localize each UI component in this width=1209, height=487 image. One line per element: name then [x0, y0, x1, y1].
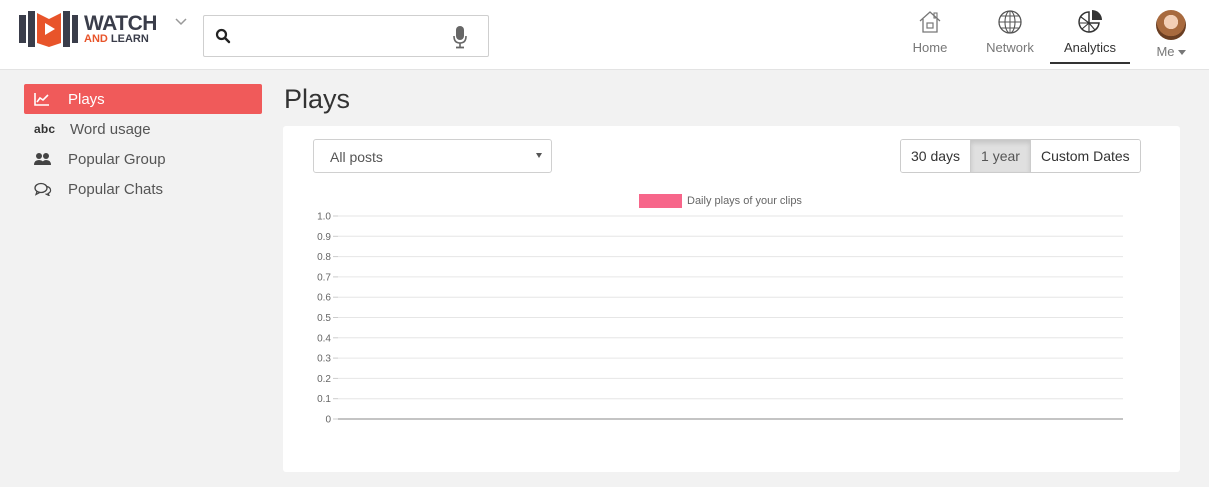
page-title: Plays: [284, 84, 351, 114]
nav-me-text: Me: [1156, 44, 1175, 59]
posts-filter-value: All posts: [330, 149, 383, 165]
chart-y-axis: 0 0.1 0.2 0.3 0.4 0.5 0.6 0.7 0.8 0.9 1.0: [317, 212, 338, 426]
nav-me-label: Me: [1150, 44, 1192, 59]
range-30-days-button[interactable]: 30 days: [901, 140, 972, 172]
range-custom-dates-button[interactable]: Custom Dates: [1030, 140, 1140, 172]
plays-chart: 0 0.1 0.2 0.3 0.4 0.5 0.6 0.7 0.8 0.9 1.0 Daily pl…: [317, 194, 1123, 426]
logo-word-learn: LEARN: [110, 33, 149, 45]
microphone-icon[interactable]: [452, 25, 468, 49]
caret-down-icon: [1177, 50, 1186, 56]
nav-network-label: Network: [986, 40, 1034, 55]
date-range-group: 30 days 1 year Custom Dates: [900, 139, 1141, 173]
sidebar-item-label: Popular Group: [68, 150, 166, 168]
y-tick-label: 0.6: [317, 293, 331, 304]
y-tick-label: 0.5: [317, 313, 331, 324]
logo-word-watch: WATCH: [84, 12, 157, 35]
nav-home-label: Home: [912, 40, 948, 55]
nav-me[interactable]: Me: [1150, 8, 1192, 64]
legend-swatch: [639, 194, 682, 208]
y-tick-label: 0: [325, 415, 331, 426]
sidebar-item-popular-chats[interactable]: Popular Chats: [24, 174, 262, 204]
sidebar-item-label: Plays: [68, 90, 105, 108]
y-tick-label: 1.0: [317, 212, 331, 223]
abc-icon: abc: [34, 122, 56, 136]
sidebar-item-word-usage[interactable]: abc Word usage: [24, 114, 262, 144]
nav-network[interactable]: Network: [980, 8, 1040, 64]
posts-filter-select[interactable]: All posts: [313, 139, 552, 173]
chevron-down-icon[interactable]: [174, 14, 188, 28]
sidebar-item-label: Popular Chats: [68, 180, 164, 198]
y-tick-label: 0.8: [317, 252, 331, 263]
logo-word-and-learn: AND LEARN: [84, 34, 157, 45]
legend-label: Daily plays of your clips: [687, 195, 802, 207]
logo[interactable]: WATCH AND LEARN: [18, 8, 190, 50]
search-icon[interactable]: [215, 28, 231, 44]
home-icon: [919, 11, 941, 33]
nav-home[interactable]: Home: [906, 8, 954, 64]
sidebar: Plays abc Word usage Popular Group Popul…: [24, 84, 262, 204]
sidebar-item-label: Word usage: [70, 120, 151, 138]
search-input[interactable]: [240, 24, 440, 48]
sidebar-item-plays[interactable]: Plays: [24, 84, 262, 114]
y-tick-label: 0.2: [317, 374, 331, 385]
y-tick-label: 0.4: [317, 333, 331, 344]
top-navigation-bar: WATCH AND LEARN Home Network Analytics M…: [0, 0, 1209, 70]
y-tick-label: 0.7: [317, 272, 331, 283]
chart-panel: 0 0.1 0.2 0.3 0.4 0.5 0.6 0.7 0.8 0.9 1.0 Daily pl…: [283, 126, 1180, 472]
avatar: [1156, 10, 1186, 40]
search-box: [203, 15, 489, 57]
globe-icon: [998, 10, 1022, 34]
nav-analytics-label: Analytics: [1063, 40, 1117, 55]
select-arrow-icon: [536, 153, 542, 158]
y-tick-label: 0.1: [317, 394, 331, 405]
logo-text: WATCH AND LEARN: [84, 13, 157, 45]
y-tick-label: 0.9: [317, 232, 331, 243]
range-1-year-button[interactable]: 1 year: [971, 140, 1031, 172]
y-tick-label: 0.3: [317, 354, 331, 365]
nav-analytics[interactable]: Analytics: [1050, 8, 1130, 64]
chat-bubbles-icon: [34, 182, 52, 196]
users-icon: [34, 152, 52, 166]
pie-chart-icon: [1078, 10, 1102, 33]
logo-word-and: AND: [84, 33, 108, 45]
sidebar-item-popular-group[interactable]: Popular Group: [24, 144, 262, 174]
logo-icon: [19, 11, 78, 47]
chart-grid: [338, 215, 1123, 420]
line-chart-icon: [34, 92, 52, 106]
